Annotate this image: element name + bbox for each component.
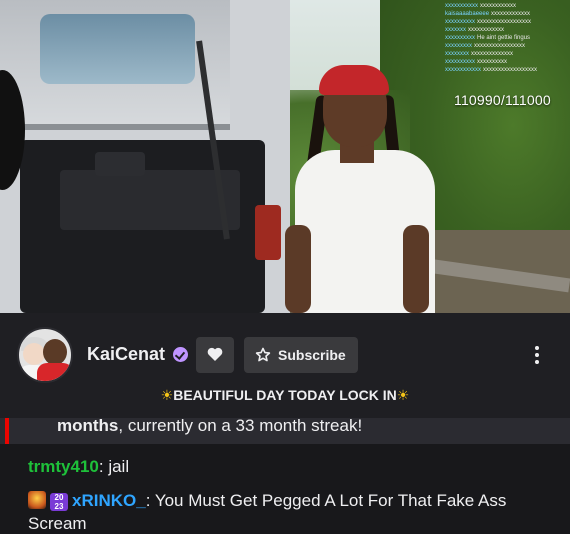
highlight-accent-bar (5, 418, 9, 444)
overlay-chat-line: xxxxxxxxxxxx xxxxxxxxxxxxxxxxxx (445, 67, 537, 73)
chat-username[interactable]: trmty410 (28, 457, 99, 476)
verified-icon (173, 347, 188, 362)
sun-emoji-left: ☀ (160, 387, 174, 403)
resub-highlight-message: months, currently on a 33 month streak! (0, 418, 570, 444)
channel-name[interactable]: KaiCenat (87, 344, 165, 365)
goal-counter: 110990/111000 (454, 92, 551, 108)
video-player[interactable]: xxxxxxxxxxx xxxxxxxxxxxx kaisaaaabaeeee xx… (0, 0, 570, 313)
stream-title-text: BEAUTIFUL DAY TODAY LOCK IN (173, 387, 397, 403)
chat-username[interactable]: xRINKO_ (72, 491, 146, 510)
overlay-chat-line: xxxxxxxxxx xxxxxxxxxxxxxxxxxx (445, 19, 531, 25)
avatar[interactable] (17, 327, 73, 383)
sub-badge-icon[interactable] (28, 491, 46, 509)
car (0, 0, 290, 313)
subscribe-button[interactable]: Subscribe (244, 337, 358, 373)
streamer (285, 55, 445, 313)
chat-message-text: jail (108, 457, 130, 476)
heart-icon (207, 347, 223, 361)
chat-panel: months, currently on a 33 month streak! … (0, 418, 570, 534)
overlay-chat-line: xxxxxxxxxx xxxxxxxxxx (445, 59, 507, 65)
overlay-chat-line: xxxxxxxxx xxxxxxxxxxxxxxxxx (445, 43, 525, 49)
chat-message: trmty410: jail (28, 457, 130, 476)
subscribe-label: Subscribe (278, 347, 346, 363)
overlay-chat-line: xxxxxxx xxxxxxxxxxxx (445, 27, 504, 33)
chat-message: 20 23 xRINKO_: You Must Get Pegged A Lot … (28, 491, 507, 533)
more-options-icon[interactable] (531, 345, 543, 365)
sun-emoji-right: ☀ (396, 387, 410, 403)
overlay-chat-line: xxxxxxxxxxx xxxxxxxxxxxx (445, 3, 516, 9)
overlay-chat-line: xxxxxxxxxx He aint gettie fingus (445, 35, 531, 41)
channel-info-bar: KaiCenat Subscribe ☀BEAUTIFUL DAY TODAY … (0, 313, 570, 418)
stream-overlay-chat: xxxxxxxxxxx xxxxxxxxxxxx kaisaaaabaeeee xx… (445, 2, 567, 74)
overlay-chat-line: xxxxxxxx xxxxxxxxxxxxxx (445, 51, 513, 57)
overlay-chat-line: kaisaaaabaeeee xxxxxxxxxxxxx (445, 11, 531, 17)
year-badge-icon[interactable]: 20 23 (50, 493, 68, 511)
follow-button[interactable] (196, 337, 234, 373)
stream-title: ☀BEAUTIFUL DAY TODAY LOCK IN☀ (0, 387, 570, 404)
star-icon (255, 347, 271, 362)
